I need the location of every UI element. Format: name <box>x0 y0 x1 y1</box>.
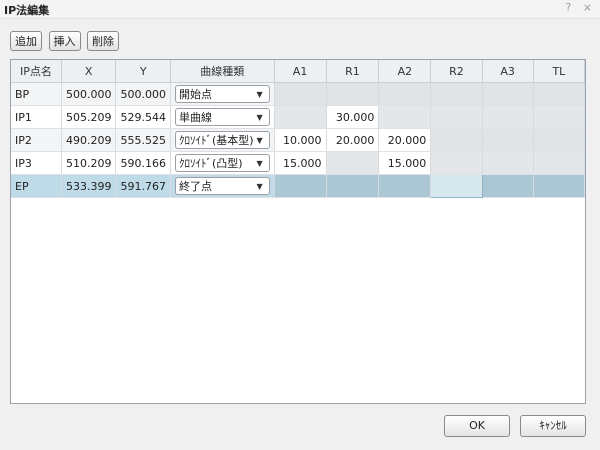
table-row-selected[interactable]: EP 533.399 591.767 終了点 ▼ <box>11 174 585 198</box>
curve-type-cell: 終了点 ▼ <box>170 174 275 198</box>
col-header-r1[interactable]: R1 <box>326 60 380 83</box>
a2-cell[interactable]: 20.000 <box>378 128 432 152</box>
title-bar: IP法編集 ? ⨯ <box>0 0 600 19</box>
col-header-ip-name[interactable]: IP点名 <box>11 60 62 83</box>
help-icon[interactable]: ? <box>565 1 571 14</box>
a1-cell[interactable] <box>274 105 327 129</box>
insert-button[interactable]: 挿入 <box>48 31 81 51</box>
r1-cell[interactable]: 20.000 <box>326 128 380 152</box>
a2-cell[interactable]: 15.000 <box>378 151 432 175</box>
tl-cell[interactable] <box>533 82 585 106</box>
r2-cell-focused[interactable] <box>430 174 483 198</box>
r2-cell[interactable] <box>430 151 483 175</box>
a1-cell[interactable] <box>274 174 327 198</box>
tl-cell[interactable] <box>533 105 585 129</box>
curve-type-select[interactable]: 単曲線 ▼ <box>174 108 270 126</box>
ip-name-cell[interactable]: BP <box>11 82 62 106</box>
dropdown-arrow-icon: ▼ <box>256 136 263 145</box>
x-cell[interactable]: 533.399 <box>61 174 117 198</box>
header-row: IP点名 X Y 曲線種類 A1 R1 A2 R2 A3 TL <box>11 60 585 83</box>
curve-type-value: ｸﾛｿｲﾄﾞ(凸型) <box>178 157 243 170</box>
add-button[interactable]: 追加 <box>10 31 42 51</box>
r2-cell[interactable] <box>430 128 483 152</box>
title-icons: ? ⨯ <box>557 1 592 14</box>
a2-cell[interactable] <box>378 82 432 106</box>
y-cell[interactable]: 555.525 <box>115 128 171 152</box>
a2-cell[interactable] <box>378 174 432 198</box>
col-header-a2[interactable]: A2 <box>378 60 432 83</box>
y-cell[interactable]: 590.166 <box>115 151 171 175</box>
r1-cell[interactable] <box>326 151 380 175</box>
curve-type-select[interactable]: ｸﾛｿｲﾄﾞ(基本型) ▼ <box>174 131 270 149</box>
window-title: IP法編集 <box>4 4 50 17</box>
ip-name-cell[interactable]: IP2 <box>11 128 62 152</box>
col-header-a3[interactable]: A3 <box>482 60 534 83</box>
a1-cell[interactable] <box>274 82 327 106</box>
delete-button[interactable]: 削除 <box>87 31 119 51</box>
x-cell[interactable]: 500.000 <box>61 82 117 106</box>
ip-name-cell[interactable]: IP3 <box>11 151 62 175</box>
a1-cell[interactable]: 10.000 <box>274 128 327 152</box>
r1-cell[interactable]: 30.000 <box>326 105 380 129</box>
x-cell[interactable]: 505.209 <box>61 105 117 129</box>
a1-cell[interactable]: 15.000 <box>274 151 327 175</box>
tl-cell[interactable] <box>533 128 585 152</box>
toolbar: 追加 挿入 削除 <box>10 31 122 53</box>
cancel-button[interactable]: ｷｬﾝｾﾙ <box>520 415 586 437</box>
a3-cell[interactable] <box>482 174 534 198</box>
r2-cell[interactable] <box>430 105 483 129</box>
x-cell[interactable]: 510.209 <box>61 151 117 175</box>
close-icon[interactable]: ⨯ <box>583 1 592 14</box>
tl-cell[interactable] <box>533 174 585 198</box>
a3-cell[interactable] <box>482 128 534 152</box>
dropdown-arrow-icon: ▼ <box>256 90 263 99</box>
curve-type-select[interactable]: 終了点 ▼ <box>174 177 270 195</box>
curve-type-value: 単曲線 <box>178 111 212 124</box>
col-header-x[interactable]: X <box>61 60 117 83</box>
curve-type-cell: 単曲線 ▼ <box>170 105 275 129</box>
a3-cell[interactable] <box>482 82 534 106</box>
y-cell[interactable]: 500.000 <box>115 82 171 106</box>
ok-button[interactable]: OK <box>444 415 510 437</box>
table-row[interactable]: BP 500.000 500.000 開始点 ▼ <box>11 82 585 106</box>
col-header-curve-type[interactable]: 曲線種類 <box>170 60 275 83</box>
curve-type-value: 開始点 <box>178 88 212 101</box>
dropdown-arrow-icon: ▼ <box>256 159 263 168</box>
table-row[interactable]: IP1 505.209 529.544 単曲線 ▼ 30.000 <box>11 105 585 129</box>
curve-type-select[interactable]: 開始点 ▼ <box>174 85 270 103</box>
ip-name-cell[interactable]: EP <box>11 174 62 198</box>
a2-cell[interactable] <box>378 105 432 129</box>
curve-type-select[interactable]: ｸﾛｿｲﾄﾞ(凸型) ▼ <box>174 154 270 172</box>
dropdown-arrow-icon: ▼ <box>256 182 263 191</box>
dropdown-arrow-icon: ▼ <box>256 113 263 122</box>
r1-cell[interactable] <box>326 82 380 106</box>
ip-table: IP点名 X Y 曲線種類 A1 R1 A2 R2 A3 TL BP 500.0… <box>11 60 585 198</box>
ip-grid: IP点名 X Y 曲線種類 A1 R1 A2 R2 A3 TL BP 500.0… <box>10 59 586 404</box>
y-cell[interactable]: 591.767 <box>115 174 171 198</box>
r1-cell[interactable] <box>326 174 380 198</box>
curve-type-value: ｸﾛｿｲﾄﾞ(基本型) <box>178 134 254 147</box>
a3-cell[interactable] <box>482 105 534 129</box>
y-cell[interactable]: 529.544 <box>115 105 171 129</box>
curve-type-cell: 開始点 ▼ <box>170 82 275 106</box>
tl-cell[interactable] <box>533 151 585 175</box>
table-row[interactable]: IP3 510.209 590.166 ｸﾛｿｲﾄﾞ(凸型) ▼ 15.000 1… <box>11 151 585 175</box>
curve-type-cell: ｸﾛｿｲﾄﾞ(凸型) ▼ <box>170 151 275 175</box>
col-header-r2[interactable]: R2 <box>430 60 483 83</box>
x-cell[interactable]: 490.209 <box>61 128 117 152</box>
col-header-y[interactable]: Y <box>115 60 171 83</box>
col-header-tl[interactable]: TL <box>533 60 585 83</box>
table-row[interactable]: IP2 490.209 555.525 ｸﾛｿｲﾄﾞ(基本型) ▼ 10.000 … <box>11 128 585 152</box>
ip-name-cell[interactable]: IP1 <box>11 105 62 129</box>
col-header-a1[interactable]: A1 <box>274 60 327 83</box>
r2-cell[interactable] <box>430 82 483 106</box>
curve-type-value: 終了点 <box>178 180 212 193</box>
a3-cell[interactable] <box>482 151 534 175</box>
curve-type-cell: ｸﾛｿｲﾄﾞ(基本型) ▼ <box>170 128 275 152</box>
